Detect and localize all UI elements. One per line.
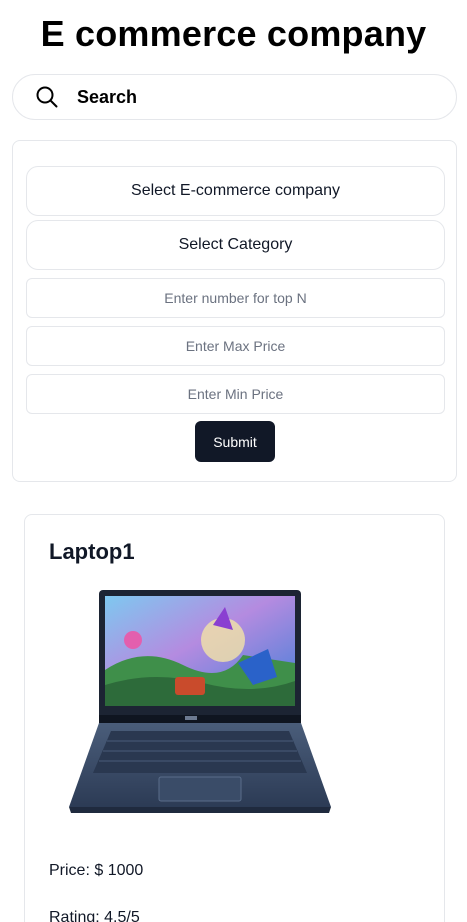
company-select[interactable]: Select E-commerce company <box>26 166 445 216</box>
filter-form: Select E-commerce company Select Categor… <box>12 140 457 482</box>
submit-button[interactable]: Submit <box>195 421 275 462</box>
max-price-input[interactable] <box>26 326 445 366</box>
product-card: Laptop1 Price: $ 1000 Rating: 4.5/5 <box>24 514 445 922</box>
min-price-input[interactable] <box>26 374 445 414</box>
page-title: E commerce company <box>40 13 427 54</box>
product-name: Laptop1 <box>49 539 135 564</box>
search-bar[interactable] <box>12 74 457 120</box>
product-price: Price: $ 1000 <box>49 862 144 879</box>
search-input[interactable] <box>77 83 437 111</box>
category-select[interactable]: Select Category <box>26 220 445 270</box>
product-rating: Rating: 4.5/5 <box>49 909 140 922</box>
search-icon[interactable] <box>35 85 59 109</box>
product-image <box>69 590 331 813</box>
top-n-input[interactable] <box>26 278 445 318</box>
